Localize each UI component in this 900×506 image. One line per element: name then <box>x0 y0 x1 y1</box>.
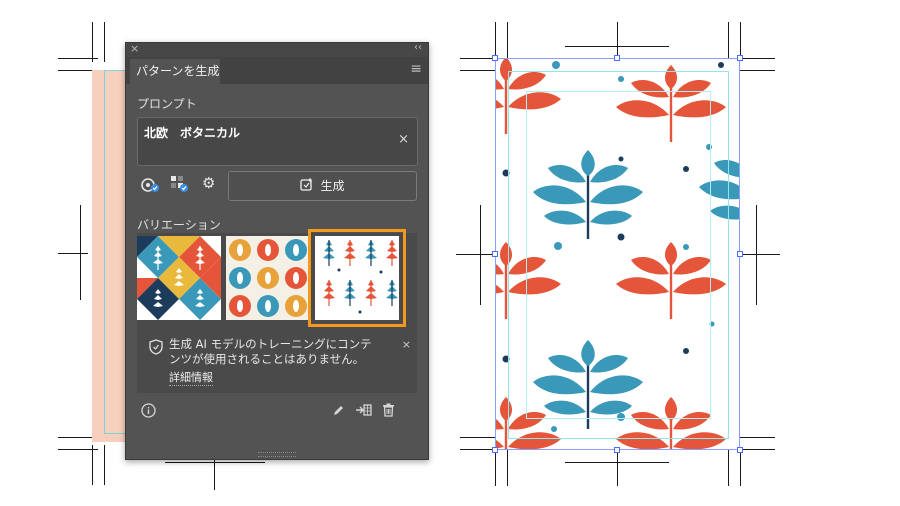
generate-icon <box>300 173 314 201</box>
shield-icon <box>149 339 163 359</box>
crop-mark <box>617 22 618 58</box>
crop-mark <box>456 254 495 255</box>
style-reference-icon[interactable] <box>140 177 160 197</box>
generate-label: 生成 <box>320 179 345 193</box>
crop-mark <box>507 450 508 486</box>
match-color-icon[interactable] <box>170 175 190 197</box>
hamburger-menu-icon[interactable]: ≡ <box>410 61 422 77</box>
crop-mark <box>165 462 265 463</box>
prompt-value: 北欧 ボタニカル <box>144 126 241 140</box>
crop-mark <box>740 70 775 71</box>
trash-icon[interactable] <box>382 403 395 421</box>
variations-label: バリエーション <box>137 218 221 232</box>
apply-icon[interactable] <box>355 403 372 421</box>
tab-generate-pattern[interactable]: パターンを生成 <box>130 59 220 84</box>
crop-mark <box>740 450 741 486</box>
learn-more-link[interactable]: 詳細情報 <box>169 369 213 386</box>
crop-mark <box>480 205 481 305</box>
variation-thumbnail-2[interactable] <box>226 236 310 320</box>
ai-notice: 生成 AI モデルのトレーニングにコンテンツが使用されることはありません。 詳細… <box>137 333 417 391</box>
variation-thumbnail-1[interactable] <box>137 236 221 320</box>
selection-handle[interactable] <box>614 447 620 453</box>
variation-thumbnail-3[interactable] <box>308 229 406 327</box>
panel-close-button[interactable]: × <box>130 42 139 55</box>
pattern-artboard[interactable] <box>495 58 740 450</box>
margin-guide <box>526 91 711 419</box>
crop-mark <box>617 450 618 486</box>
panel-resize-grip[interactable] <box>258 452 296 457</box>
settings-icon[interactable]: ⚙ <box>202 174 215 192</box>
crop-mark <box>104 22 105 62</box>
crop-mark <box>460 70 495 71</box>
panel-tab-row: パターンを生成 ≡ <box>126 57 428 84</box>
crop-mark <box>756 205 757 305</box>
crop-mark <box>740 22 741 58</box>
generate-button[interactable]: 生成 <box>228 171 417 201</box>
crop-mark <box>460 449 495 450</box>
crop-mark <box>740 58 775 59</box>
prompt-label: プロンプト <box>137 97 197 111</box>
crop-mark <box>104 445 105 485</box>
selection-handle[interactable] <box>737 55 743 61</box>
crop-mark <box>740 449 775 450</box>
edit-icon[interactable] <box>332 404 345 421</box>
panel-collapse-button[interactable]: ‹‹ <box>414 42 422 53</box>
crop-mark <box>58 253 88 254</box>
crop-mark <box>740 437 775 438</box>
selection-handle[interactable] <box>492 55 498 61</box>
crop-mark <box>80 205 81 300</box>
selection-handle[interactable] <box>614 55 620 61</box>
crop-mark <box>728 450 729 486</box>
crop-mark <box>214 455 215 490</box>
clear-prompt-button[interactable]: × <box>398 132 409 147</box>
crop-mark <box>495 22 496 58</box>
crop-mark <box>92 445 93 485</box>
selection-handle[interactable] <box>737 251 743 257</box>
crop-mark <box>460 58 495 59</box>
ai-notice-text: 生成 AI モデルのトレーニングにコンテンツが使用されることはありません。 <box>169 337 372 366</box>
prompt-input[interactable]: 北欧 ボタニカル × <box>137 117 418 166</box>
crop-mark <box>460 437 495 438</box>
crop-mark <box>495 450 496 486</box>
info-icon[interactable] <box>141 403 156 422</box>
dismiss-notice-button[interactable]: × <box>402 338 411 351</box>
crop-mark <box>507 22 508 58</box>
crop-mark <box>92 22 93 62</box>
selection-handle[interactable] <box>492 447 498 453</box>
panel-titlebar: × ‹‹ <box>126 42 428 57</box>
crop-mark <box>740 254 780 255</box>
selection-handle[interactable] <box>492 251 498 257</box>
selection-handle[interactable] <box>737 447 743 453</box>
generate-pattern-panel: × ‹‹ パターンを生成 ≡ プロンプト 北欧 ボタニカル × ⚙ 生成 バリエ… <box>125 42 429 460</box>
crop-mark <box>728 22 729 58</box>
